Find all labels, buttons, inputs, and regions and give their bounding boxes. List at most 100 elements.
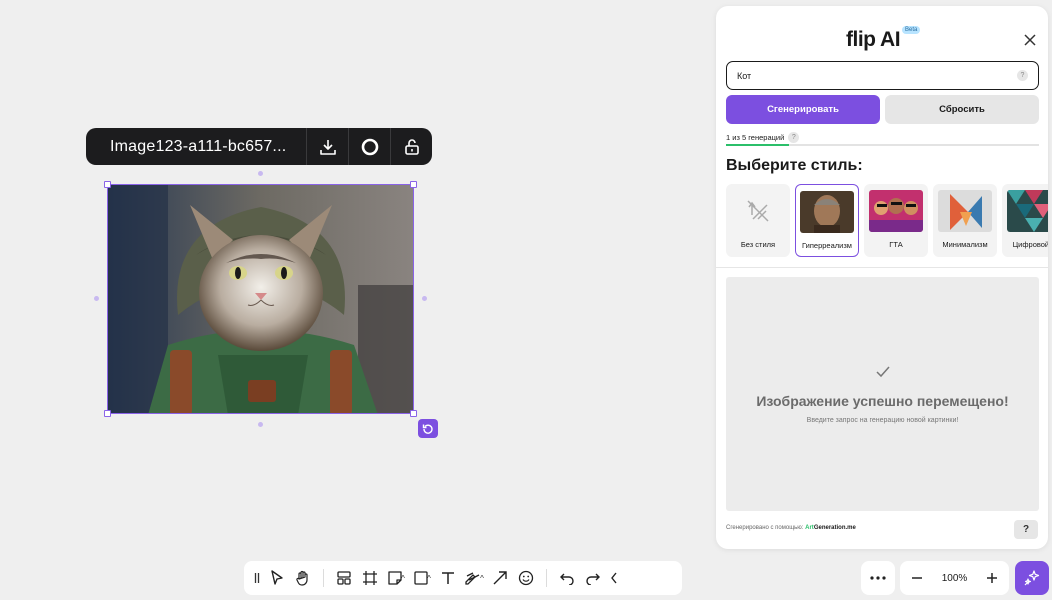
unlock-icon (404, 138, 419, 155)
text-tool[interactable] (435, 561, 461, 595)
edge-handle-bottom[interactable] (258, 422, 263, 427)
flip-ai-panel: flip AI Beta ? Сгенерировать Сбросить 1 … (716, 6, 1048, 549)
beta-badge: Beta (902, 26, 921, 34)
layout-tool[interactable] (331, 561, 357, 595)
minimalism-thumb (938, 190, 992, 232)
drag-handle-icon (254, 573, 260, 583)
download-icon (319, 139, 336, 155)
close-icon (1024, 34, 1036, 46)
generated-by-note: Сгенерировано с помощью: ArtGeneration.m… (726, 525, 856, 531)
hand-icon (296, 570, 308, 586)
flip-ai-logo: flip AI Beta (846, 26, 921, 52)
help-button[interactable]: ? (1014, 520, 1038, 539)
frame-icon (363, 571, 377, 585)
reset-button[interactable]: Сбросить (885, 95, 1039, 124)
minus-icon (912, 577, 922, 579)
arrow-tool[interactable] (487, 561, 513, 595)
prompt-field[interactable]: ? (726, 61, 1039, 90)
chevron-up-icon: ^ (480, 573, 484, 583)
sticky-note-tool[interactable]: ^ (383, 561, 409, 595)
shape-tool[interactable]: ^ (409, 561, 435, 595)
emoji-icon (518, 570, 534, 586)
generation-progress (726, 144, 1039, 146)
style-card-hyperrealism[interactable]: Гиперреализм (795, 184, 859, 257)
download-button[interactable] (306, 128, 348, 165)
style-card-digital-art[interactable]: Цифровой а (1002, 184, 1048, 257)
chevron-up-icon: ^ (401, 573, 405, 583)
circle-tool-button[interactable] (348, 128, 390, 165)
result-title: Изображение успешно перемещено! (756, 392, 1009, 409)
checkmark-icon (875, 366, 890, 377)
style-card-gta[interactable]: ГТА (864, 184, 928, 257)
select-tool[interactable] (264, 561, 290, 595)
undo-button[interactable] (554, 561, 580, 595)
rotate-button[interactable] (418, 419, 438, 438)
redo-button[interactable] (580, 561, 606, 595)
image-toolbar: Image123-a111-bc657... (86, 128, 432, 165)
generation-counter: 1 из 5 генераций ? (726, 132, 800, 143)
zoom-out-button[interactable] (906, 567, 928, 589)
circle-icon (361, 138, 378, 155)
cursor-icon (271, 570, 283, 585)
logo-text: flip AI (846, 28, 901, 51)
style-card-minimalism[interactable]: Минимализм (933, 184, 997, 257)
canvas-image[interactable] (107, 184, 414, 414)
footer-brand-art[interactable]: Art (805, 525, 814, 531)
resize-handle-bl[interactable] (104, 410, 111, 417)
frame-tool[interactable] (357, 561, 383, 595)
cat-image (108, 185, 413, 413)
resize-handle-br[interactable] (410, 410, 417, 417)
resize-handle-tr[interactable] (410, 181, 417, 188)
toolbar-drag-handle[interactable] (250, 561, 264, 595)
rotate-icon (422, 423, 433, 434)
result-area: Изображение успешно перемещено! Введите … (726, 277, 1039, 511)
redo-icon (586, 573, 600, 585)
edge-handle-top[interactable] (258, 171, 263, 176)
zoom-in-button[interactable] (981, 567, 1003, 589)
generation-progress-fill (726, 144, 789, 146)
toolbar-separator (546, 569, 547, 587)
resize-handle-tl[interactable] (104, 181, 111, 188)
edge-handle-left[interactable] (94, 296, 99, 301)
emoji-tool[interactable] (513, 561, 539, 595)
prompt-help-icon[interactable]: ? (1017, 70, 1028, 81)
style-label: Цифровой а (1012, 240, 1048, 249)
panel-divider (716, 267, 1048, 268)
edge-handle-right[interactable] (422, 296, 427, 301)
hand-tool[interactable] (290, 561, 316, 595)
digital-art-thumb (1007, 190, 1048, 232)
ai-sparkle-button[interactable] (1015, 561, 1049, 595)
footer-brand-generation[interactable]: Generation.me (814, 525, 856, 531)
close-button[interactable] (1022, 32, 1038, 48)
zoom-level[interactable]: 100% (942, 573, 968, 584)
style-label: Без стиля (740, 240, 776, 249)
style-label: ГТА (889, 240, 903, 249)
counter-help-icon[interactable]: ? (788, 132, 800, 143)
text-icon (442, 572, 454, 584)
chevron-up-icon: ^ (427, 573, 431, 583)
minimalism-preview-image (938, 190, 992, 232)
zoom-control: 100% (900, 561, 1009, 595)
lock-toggle-button[interactable] (390, 128, 432, 165)
prompt-input[interactable] (737, 70, 1017, 81)
plus-icon (986, 573, 997, 583)
result-subtitle: Введите запрос на генерацию новой картин… (806, 416, 959, 424)
arrow-icon (493, 571, 507, 585)
more-button[interactable] (861, 561, 895, 595)
hyperrealism-thumb (800, 191, 854, 233)
layout-icon (337, 571, 351, 585)
footer-prefix: Сгенерировано с помощью: (726, 525, 804, 531)
style-list: Без стиля Гиперреализм ГТА Минимализм Ци… (726, 184, 1048, 257)
gta-thumb (869, 190, 923, 232)
pen-tool[interactable]: ^ (461, 561, 487, 595)
style-label: Минимализм (942, 240, 988, 249)
no-style-icon (747, 200, 769, 222)
bottom-toolbar: ^ ^ ^ (244, 561, 682, 595)
generate-button[interactable]: Сгенерировать (726, 95, 880, 124)
toolbar-separator (323, 569, 324, 587)
style-card-none[interactable]: Без стиля (726, 184, 790, 257)
image-filename: Image123-a111-bc657... (110, 137, 287, 155)
collapse-toolbar-button[interactable] (606, 561, 622, 595)
style-label: Гиперреализм (802, 241, 852, 250)
no-style-thumb (731, 190, 785, 232)
